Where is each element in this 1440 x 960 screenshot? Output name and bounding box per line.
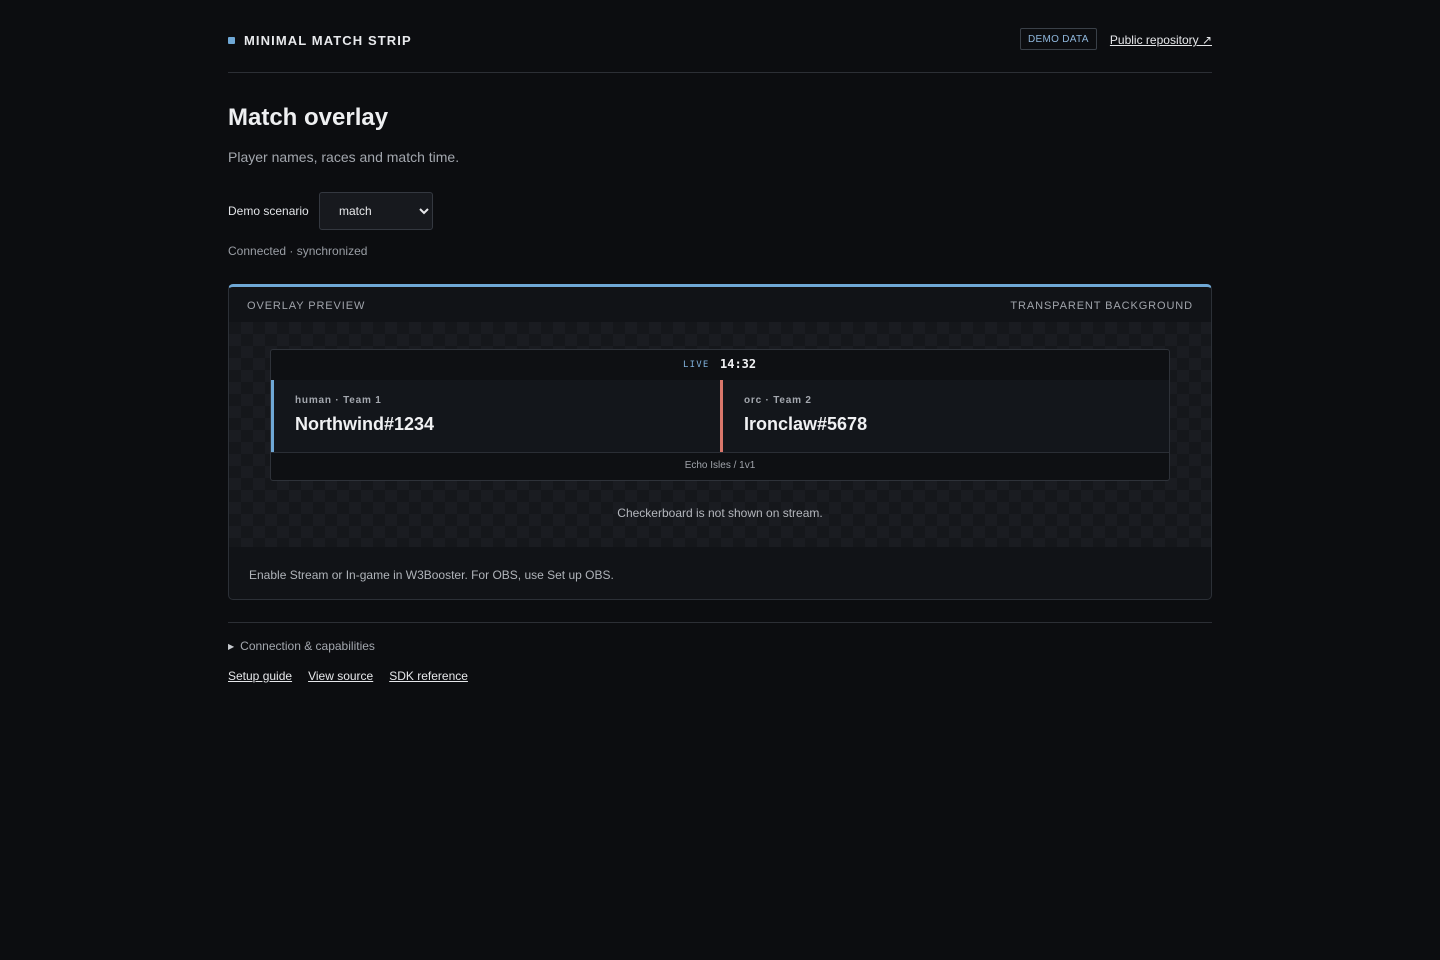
page-title: Match overlay [228,104,389,131]
section-divider [228,622,1212,623]
preview-title: OVERLAY PREVIEW [247,300,366,312]
public-repository-link[interactable]: Public repository ↗ [1110,33,1212,47]
brand-dot-icon [228,37,235,44]
footer-links: Setup guide View source SDK reference [228,669,484,683]
top-bar: MINIMAL MATCH STRIP DEMO DATA Public rep… [228,0,1212,73]
triangle-right-icon: ▶ [228,641,235,651]
match-strip: LIVE 14:32 human · Team 1 Northwind#1234… [270,349,1170,481]
scenario-label: Demo scenario [228,204,309,218]
page-subtitle: Player names, races and match time. [228,149,460,165]
player-panel-team-1: human · Team 1 Northwind#1234 [271,380,720,452]
player-name: Ironclaw#5678 [744,414,868,434]
player-race-team: orc · Team 2 [744,395,812,406]
demo-data-badge: DEMO DATA [1020,28,1097,50]
player-name: Northwind#1234 [295,414,435,434]
strip-header: LIVE 14:32 [271,350,1169,380]
sdk-reference-link[interactable]: SDK reference [389,669,468,683]
overlay-preview-card: OVERLAY PREVIEW TRANSPARENT BACKGROUND L… [228,284,1212,600]
checkerboard-area: LIVE 14:32 human · Team 1 Northwind#1234… [229,322,1211,547]
player-panel-team-2: orc · Team 2 Ironclaw#5678 [720,380,1169,452]
scenario-select[interactable]: match [319,192,433,230]
map-info: Echo Isles / 1v1 [271,452,1169,480]
connection-status: Connected · synchronized [228,244,368,258]
preview-footer-text: Enable Stream or In-game in W3Booster. F… [249,568,614,582]
view-source-link[interactable]: View source [308,669,373,683]
preview-background-label: TRANSPARENT BACKGROUND [1010,300,1193,312]
checkerboard-note: Checkerboard is not shown on stream. [617,506,823,520]
setup-guide-link[interactable]: Setup guide [228,669,292,683]
live-label: LIVE [683,360,710,370]
player-race-team: human · Team 1 [295,395,382,406]
connection-details-toggle[interactable]: ▶ Connection & capabilities [228,639,375,653]
brand-title: MINIMAL MATCH STRIP [244,33,412,48]
match-timer: 14:32 [720,357,757,371]
details-summary-label: Connection & capabilities [240,639,375,653]
brand: MINIMAL MATCH STRIP [228,33,412,48]
